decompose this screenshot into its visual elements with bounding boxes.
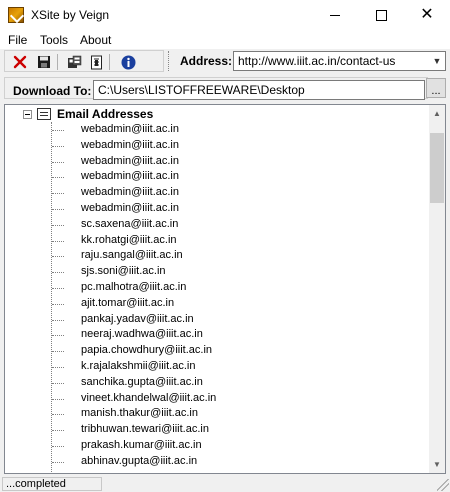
database-button[interactable] — [65, 53, 83, 71]
scroll-down-icon[interactable]: ▼ — [429, 456, 445, 473]
results-tree[interactable]: Email Addresses webadmin@iiit.ac.in webad… — [4, 104, 446, 474]
tree-branch-line — [52, 303, 64, 305]
window-title: XSite by Veign — [31, 8, 110, 22]
info-button[interactable] — [119, 53, 137, 71]
menu-file[interactable]: File — [8, 33, 27, 47]
email-address: pc.malhotra@iiit.ac.in — [81, 280, 187, 293]
vertical-scrollbar[interactable]: ▲ ▼ — [429, 105, 445, 473]
email-address: prakash.kumar@iiit.ac.in — [81, 438, 202, 451]
tree-branch-line — [52, 445, 64, 447]
email-address: webadmin@iiit.ac.in — [81, 123, 179, 135]
info-icon — [121, 55, 135, 69]
tree-branch-line — [52, 335, 64, 337]
tree-branch-line — [52, 224, 64, 226]
address-combobox[interactable]: http://www.iiit.ac.in/contact-us ▼ — [233, 51, 446, 71]
toolbar-panel — [4, 50, 164, 72]
maximize-button[interactable] — [358, 0, 404, 30]
collapse-icon[interactable] — [23, 110, 32, 119]
stop-button[interactable] — [11, 53, 29, 71]
email-address: webadmin@iiit.ac.in — [81, 186, 179, 199]
tree-branch-line — [52, 256, 64, 258]
document-icon — [90, 55, 102, 69]
tree-branch-line — [52, 272, 64, 274]
stop-icon — [13, 55, 27, 69]
tree-branch-line — [52, 430, 64, 432]
email-address: webadmin@iiit.ac.in — [81, 138, 179, 151]
email-address: webadmin@iiit.ac.in — [81, 154, 179, 167]
email-address: manish.thakur@iiit.ac.in — [81, 407, 198, 420]
tree-branch-line — [52, 319, 64, 321]
menu-about[interactable]: About — [80, 33, 111, 47]
tree-branch-line — [52, 208, 64, 210]
status-bar: ...completed — [0, 476, 450, 492]
database-icon — [67, 55, 81, 68]
status-text: ...completed — [6, 478, 66, 490]
tree-branch-line — [52, 130, 64, 131]
chevron-down-icon[interactable]: ▼ — [429, 52, 445, 70]
email-address: webadmin@iiit.ac.in — [81, 170, 179, 183]
browse-button[interactable]: ... — [426, 78, 446, 98]
menu-bar: File Tools About — [0, 30, 450, 49]
close-button[interactable]: ✕ — [404, 0, 450, 30]
email-address: vineet.khandelwal@iiit.ac.in — [81, 391, 217, 404]
maximize-icon — [375, 9, 387, 21]
email-address: ajit.tomar@iiit.ac.in — [81, 296, 175, 309]
save-button[interactable] — [35, 53, 53, 71]
tree-root-label: Email Addresses — [57, 107, 154, 121]
tree-branch-line — [52, 366, 64, 368]
tree-branch-line — [52, 287, 64, 289]
download-path-text: C:\Users\LISTOFFREEWARE\Desktop — [98, 83, 305, 97]
tree-connector-line — [51, 122, 52, 473]
title-bar: XSite by Veign ✕ — [0, 0, 450, 30]
toolbar-separator — [109, 54, 110, 70]
email-address: abhinav.gupta@iiit.ac.in — [81, 454, 198, 467]
tree-branch-line — [52, 240, 64, 242]
download-label: Download To: — [13, 84, 92, 98]
scroll-thumb[interactable] — [430, 133, 444, 203]
app-icon[interactable] — [8, 7, 24, 23]
email-address: webadmin@iiit.ac.in — [81, 201, 179, 214]
download-row: Download To: C:\Users\LISTOFFREEWARE\Des… — [0, 75, 450, 102]
email-address: tribhuwan.tewari@iiit.ac.in — [81, 423, 209, 436]
document-button[interactable] — [87, 53, 105, 71]
email-address: neeraj.wadhwa@iiit.ac.in — [81, 328, 203, 341]
address-input[interactable]: http://www.iiit.ac.in/contact-us — [238, 54, 395, 68]
email-address: papia.chowdhury@iiit.ac.in — [81, 344, 213, 357]
tree-content: Email Addresses webadmin@iiit.ac.in webad… — [5, 105, 430, 473]
toolbar-grip[interactable] — [168, 51, 172, 71]
close-icon: ✕ — [420, 6, 434, 23]
menu-tools[interactable]: Tools — [40, 33, 68, 47]
tree-branch-line — [52, 193, 64, 195]
email-address: pankaj.yadav@iiit.ac.in — [81, 312, 194, 325]
email-address: raju.sangal@iiit.ac.in — [81, 249, 183, 262]
tree-branch-line — [52, 382, 64, 384]
scroll-up-icon[interactable]: ▲ — [429, 105, 445, 122]
tree-branch-line — [52, 398, 64, 400]
tree-branch-line — [52, 145, 64, 147]
toolbar: Address: http://www.iiit.ac.in/contact-u… — [0, 49, 450, 75]
resize-grip-icon[interactable] — [437, 479, 449, 491]
download-path-field[interactable]: C:\Users\LISTOFFREEWARE\Desktop — [93, 80, 425, 100]
tree-branch-line — [52, 351, 64, 353]
email-address: sc.saxena@iiit.ac.in — [81, 217, 179, 230]
status-panel: ...completed — [2, 477, 102, 491]
tree-branch-line — [52, 414, 64, 416]
minimize-button[interactable] — [312, 0, 358, 30]
tree-branch-line — [52, 461, 64, 463]
email-address: sanchika.gupta@iiit.ac.in — [81, 375, 203, 388]
save-icon — [38, 56, 50, 68]
email-group-icon — [37, 108, 51, 120]
download-panel: Download To: C:\Users\LISTOFFREEWARE\Des… — [4, 77, 428, 100]
email-address: k.rajalakshmii@iiit.ac.in — [81, 359, 196, 372]
toolbar-separator — [57, 54, 58, 70]
email-address: kk.rohatgi@iiit.ac.in — [81, 233, 177, 246]
tree-branch-line — [52, 177, 64, 179]
minimize-icon — [330, 14, 340, 16]
tree-branch-line — [52, 161, 64, 163]
email-address: sjs.soni@iiit.ac.in — [81, 265, 166, 278]
address-label: Address: — [180, 54, 233, 68]
